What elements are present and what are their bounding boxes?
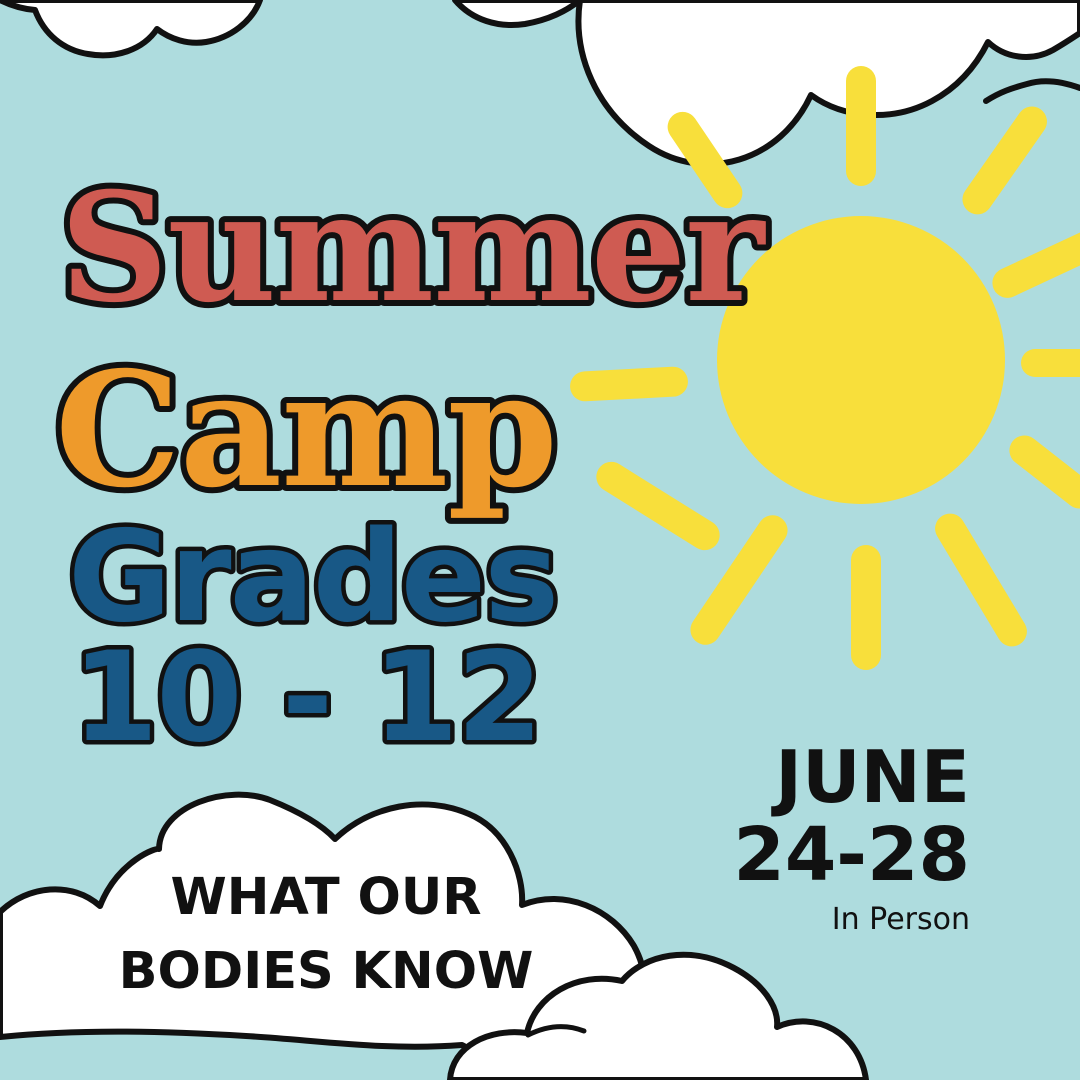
camp-title: Camp — [55, 338, 557, 523]
cloud-message-line-one: WHAT OUR — [170, 868, 481, 927]
month-label: JUNE — [770, 735, 970, 819]
sun-ray — [851, 545, 881, 670]
date-range: 24-28 — [733, 812, 970, 898]
summer-title: Summer — [60, 160, 766, 336]
grade-range: 10 - 12 — [72, 626, 541, 770]
summer-camp-poster: Summer Camp Grades 10 - 12 JUNE 24-28 In… — [0, 0, 1080, 1080]
event-format: In Person — [832, 902, 970, 937]
cloud-message-line-two: BODIES KNOW — [119, 942, 534, 1001]
sun-ray — [1021, 349, 1080, 377]
sun-ray — [570, 366, 688, 402]
poster-artwork: Summer Camp Grades 10 - 12 JUNE 24-28 In… — [0, 0, 1080, 1080]
sun-ray — [846, 66, 876, 186]
